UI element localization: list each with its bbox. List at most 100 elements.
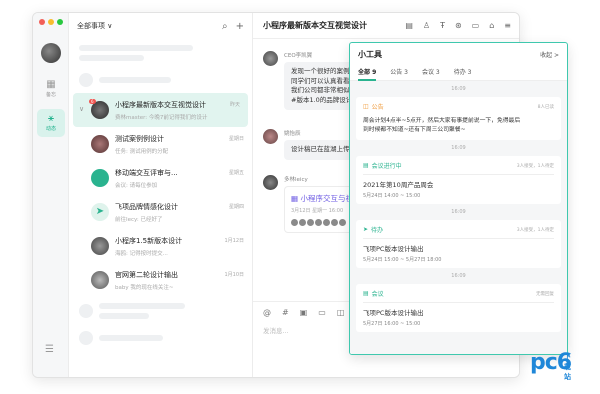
skeleton-row bbox=[69, 39, 252, 67]
format-icon[interactable]: Ŧ bbox=[440, 21, 445, 30]
conversation-time: 1月10日 bbox=[224, 272, 244, 278]
meeting-card[interactable]: ▤ 会议进行中 3人接受，1人待定 2021年第10周产品周会 5月24日 14… bbox=[356, 156, 561, 204]
list-item[interactable]: 官网第二轮设计输出 baby 我的现在线关注~ 1月10日 bbox=[69, 263, 252, 297]
timestamp: 16:09 bbox=[451, 209, 466, 215]
megaphone-icon: ◫ bbox=[363, 103, 369, 110]
meeting-icon: ▤ bbox=[363, 290, 369, 297]
todo-card[interactable]: ➤ 待办 3人接受，1人待定 飞项PC版本设计输出 5月24日 15:00 ~ … bbox=[356, 220, 561, 268]
card-label: 会议 bbox=[371, 291, 384, 298]
mention-icon[interactable]: @ bbox=[263, 308, 271, 317]
rail-item-activity[interactable]: ⚹ 动态 bbox=[37, 109, 65, 137]
left-rail: ▦ 备忘 ⚹ 动态 ☰ bbox=[33, 13, 69, 377]
avatar bbox=[91, 169, 109, 187]
screenshot-icon[interactable]: ◫ bbox=[337, 308, 345, 317]
tools-icon[interactable]: ⊛ bbox=[455, 21, 462, 30]
panel-header: 小工具 收起 > bbox=[350, 43, 567, 65]
conversation-list: 全部事项 ∨ ⌕ + ∨ 6 小程序最新版本交互视觉设计 费林master: 今晚… bbox=[69, 13, 253, 377]
timestamp: 16:09 bbox=[451, 273, 466, 279]
send-icon: ➤ bbox=[91, 203, 109, 221]
search-icon[interactable]: ⌕ bbox=[222, 21, 228, 32]
add-icon[interactable]: + bbox=[236, 21, 244, 32]
chevron-down-icon: ∨ bbox=[79, 105, 85, 113]
avatar bbox=[263, 51, 278, 66]
skeleton-row bbox=[69, 297, 252, 325]
user-icon[interactable]: ♙ bbox=[423, 21, 430, 30]
tab-todo[interactable]: 待办 3 bbox=[454, 65, 472, 81]
conversation-preview: 前往Iecy: 已经好了 bbox=[115, 216, 163, 223]
list-item[interactable]: ➤ 飞项品牌情感化设计 前往Iecy: 已经好了 星期四 bbox=[69, 195, 252, 229]
hash-icon[interactable]: # bbox=[282, 308, 289, 317]
activity-icon: ⚹ bbox=[48, 113, 54, 124]
conversation-time: 星期四 bbox=[228, 204, 244, 210]
window-controls[interactable] bbox=[39, 19, 63, 25]
conversation-title: 测试案例例设计 bbox=[115, 134, 164, 143]
conversation-preview: 费林master: 今晚7前记得我们的设计 bbox=[115, 114, 208, 121]
card-time: 5月24日 15:00 ~ 5月27日 18:00 bbox=[363, 257, 442, 263]
tab-all[interactable]: 全部 9 bbox=[358, 65, 377, 81]
rail-item-label: 动态 bbox=[45, 126, 56, 132]
card-title: 2021年第10周产品周会 bbox=[363, 181, 434, 189]
card-label: 会议进行中 bbox=[371, 163, 402, 170]
list-item[interactable]: 移动端交互评审与... 会议: 请每位参加 星期五 bbox=[69, 161, 252, 195]
conversation-time: 昨天 bbox=[229, 102, 240, 108]
notice-line: 周会计划4点半~5点开，然后大家有事提前说一下，免得最后 bbox=[363, 118, 521, 124]
avatar bbox=[263, 129, 278, 144]
rail-item-label: 备忘 bbox=[45, 92, 56, 98]
chat-title: 小程序最新版本交互视觉设计 bbox=[263, 21, 367, 30]
file-icon[interactable]: ▭ bbox=[318, 308, 326, 317]
list-item[interactable]: ∨ 6 小程序最新版本交互视觉设计 费林master: 今晚7前记得我们的设计 昨… bbox=[73, 93, 248, 127]
divider bbox=[363, 238, 554, 239]
tab-meeting[interactable]: 会议 3 bbox=[422, 65, 440, 81]
conversation-time: 星期日 bbox=[228, 136, 244, 142]
more-icon[interactable]: ≡ bbox=[504, 21, 511, 30]
conversation-preview: 任务: 测试用例的分配 bbox=[115, 148, 169, 155]
maximize-dot[interactable] bbox=[57, 19, 63, 25]
avatar bbox=[263, 175, 278, 190]
card-label: 待办 bbox=[371, 227, 384, 234]
card-meta: 3人接受，1人待定 bbox=[516, 163, 554, 169]
card-title: 飞项PC版本设计输出 bbox=[363, 245, 424, 253]
todo-icon: ➤ bbox=[363, 226, 369, 233]
avatar bbox=[91, 135, 109, 153]
conversation-title: 小程序最新版本交互视觉设计 bbox=[115, 100, 206, 109]
panel-tabs: 全部 9 公告 3 会议 3 待办 3 bbox=[350, 65, 567, 81]
divider bbox=[363, 302, 554, 303]
conversation-title: 移动端交互评审与... bbox=[115, 168, 178, 177]
filter-dropdown[interactable]: 全部事项 ∨ bbox=[77, 21, 214, 31]
doc-icon[interactable]: ▤ bbox=[405, 21, 413, 30]
card-label: 公告 bbox=[371, 104, 384, 111]
timestamp: 16:09 bbox=[451, 145, 466, 151]
card-meta: 8人已读 bbox=[537, 104, 554, 110]
meeting-card[interactable]: ▤ 会议 无需回复 飞项PC版本设计输出 5月27日 16:00 ~ 15:00 bbox=[356, 284, 561, 332]
list-item[interactable]: 小程序1.5新版本设计 海鸥: 记得按时提交... 1月12日 bbox=[69, 229, 252, 263]
unread-badge: 6 bbox=[89, 99, 96, 104]
avatar bbox=[91, 271, 109, 289]
folder-icon[interactable]: ▭ bbox=[472, 21, 480, 30]
image-icon[interactable]: ▣ bbox=[300, 308, 308, 317]
conversation-time: 1月12日 bbox=[224, 238, 244, 244]
tools-panel: 小工具 收起 > 全部 9 公告 3 会议 3 待办 3 16:09 ◫ 公告 … bbox=[349, 42, 568, 355]
avatar[interactable] bbox=[41, 43, 61, 63]
pin-icon[interactable]: ⌂ bbox=[489, 21, 494, 30]
panel-title: 小工具 bbox=[358, 49, 382, 59]
rail-item-memo[interactable]: ▦ 备忘 bbox=[37, 75, 65, 103]
calendar-icon: ▦ bbox=[46, 79, 56, 90]
conversation-preview: baby 我的现在线关注~ bbox=[115, 284, 174, 291]
conversation-title: 飞项品牌情感化设计 bbox=[115, 202, 178, 211]
card-title: 飞项PC版本设计输出 bbox=[363, 309, 424, 317]
watermark-logo: pc6 下载站 bbox=[530, 350, 572, 381]
tab-notice[interactable]: 公告 3 bbox=[390, 65, 408, 81]
card-time: 5月27日 16:00 ~ 15:00 bbox=[363, 321, 421, 327]
divider bbox=[363, 174, 554, 175]
conversation-time: 星期五 bbox=[228, 170, 244, 176]
card-time: 5月24日 14:00 ~ 15:00 bbox=[363, 193, 421, 199]
collapse-button[interactable]: 收起 > bbox=[540, 50, 559, 59]
list-item[interactable]: 测试案例例设计 任务: 测试用例的分配 星期日 bbox=[69, 127, 252, 161]
conversation-preview: 海鸥: 记得按时提交... bbox=[115, 250, 168, 257]
minimize-dot[interactable] bbox=[48, 19, 54, 25]
menu-icon[interactable]: ☰ bbox=[45, 344, 54, 355]
notice-card[interactable]: ◫ 公告 8人已读 周会计划4点半~5点开，然后大家有事提前说一下，免得最后 到… bbox=[356, 97, 561, 140]
meeting-icon: ▤ bbox=[363, 162, 369, 169]
close-dot[interactable] bbox=[39, 19, 45, 25]
skeleton-row bbox=[69, 325, 252, 351]
